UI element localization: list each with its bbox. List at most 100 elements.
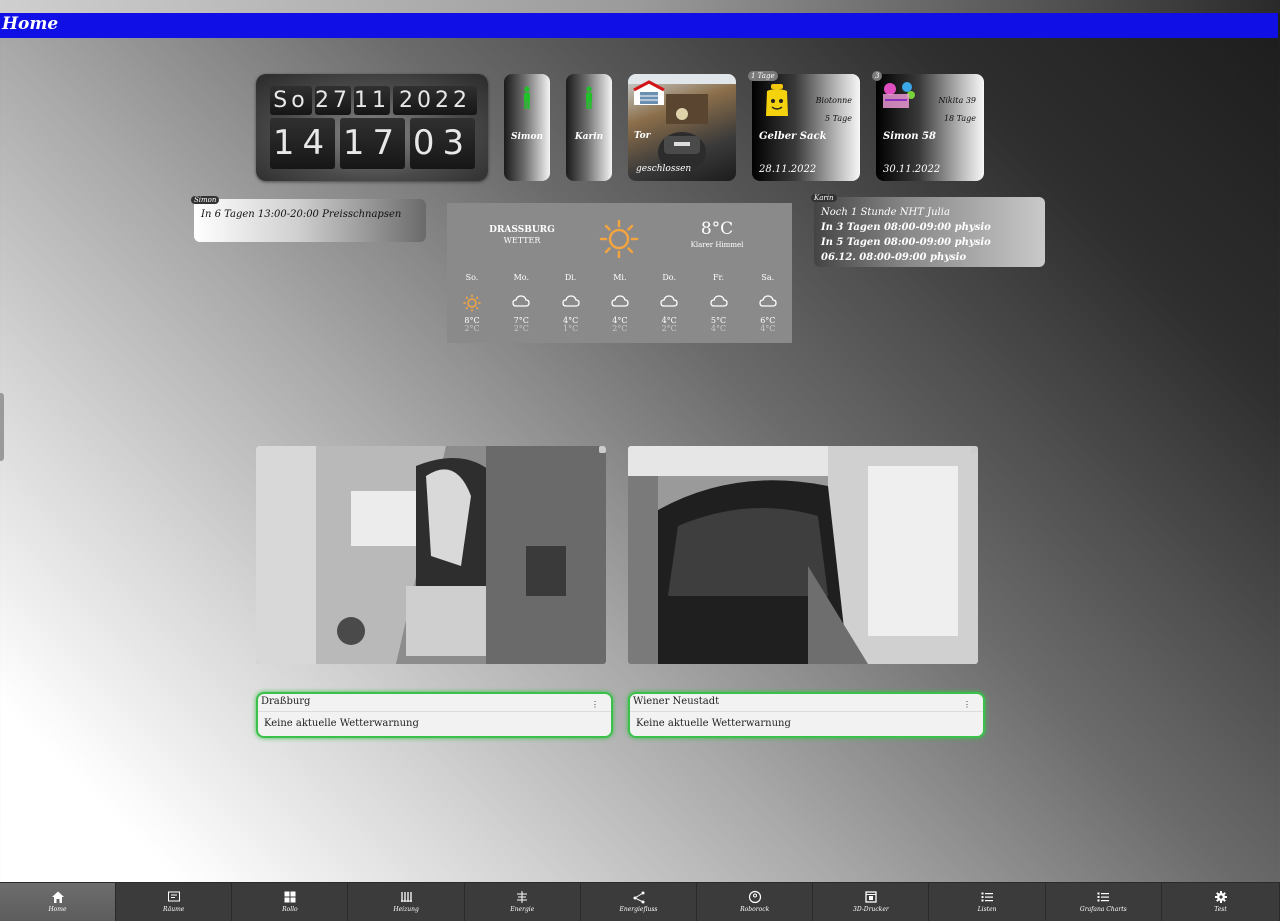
presence-simon[interactable]: Simon: [504, 74, 550, 181]
nav-label: Energiefluss: [619, 906, 658, 913]
presence-karin[interactable]: Karin: [566, 74, 612, 181]
event-title: Simon 58: [883, 131, 936, 142]
list-icon: [1046, 890, 1161, 904]
nav-item-rollo[interactable]: Rollo: [232, 883, 349, 921]
camera-expand-icon[interactable]: [971, 446, 978, 453]
person-icon: [524, 86, 530, 109]
nav-item-3d-drucker[interactable]: 3D-Drucker: [813, 883, 930, 921]
forecast-low: 4°C: [710, 324, 727, 333]
nav-label: Home: [48, 906, 67, 913]
nav-item-räume[interactable]: Räume: [116, 883, 233, 921]
warning-text: Keine aktuelle Wetterwarnung: [636, 718, 791, 729]
nav-label: 3D-Drucker: [853, 906, 889, 913]
event-info-1: Nikita 39: [938, 96, 976, 105]
garage-label: Tor: [634, 131, 651, 141]
camera-image-living-room: [256, 446, 606, 664]
calendar-entry: In 6 Tagen 13:00-20:00 Preisschnapsen: [201, 209, 402, 220]
bottom-navigation: Home Räume Rollo Heizung Energie Energiefluss…: [0, 882, 1280, 921]
nav-item-heizung[interactable]: Heizung: [349, 883, 465, 921]
side-menu-handle[interactable]: [0, 393, 4, 461]
page-title: Home: [2, 14, 59, 34]
forecast-day: Di. 4°C 1°C: [546, 273, 595, 333]
forecast-day-name: Fr.: [712, 273, 725, 282]
clock-day: 27: [315, 86, 351, 115]
clock-month: 11: [354, 86, 390, 115]
forecast-day-name: Sa.: [761, 273, 775, 282]
robot-vacuum-icon: [697, 890, 812, 904]
forecast-day: Fr. 5°C 4°C: [694, 273, 743, 333]
cloud-icon: [645, 294, 694, 310]
heating-icon: [349, 890, 464, 904]
nav-item-energiefluss[interactable]: Energiefluss: [581, 883, 697, 921]
forecast-low: 2°C: [513, 324, 529, 333]
camera-garage[interactable]: [628, 446, 978, 664]
presence-name: Karin: [574, 132, 604, 142]
event-date: 30.11.2022: [883, 164, 941, 175]
sun-icon: [599, 219, 639, 259]
garage-icon: [633, 80, 665, 105]
nav-item-test[interactable]: Test: [1162, 883, 1280, 921]
calendar-tag: Karin: [811, 194, 837, 202]
title-bar: Home: [0, 13, 1278, 38]
warning-location: Wiener Neustadt: [633, 696, 720, 707]
event-date: 28.11.2022: [759, 164, 817, 175]
calendar-entry: 06.12. 08:00-09:00 physio: [821, 252, 967, 263]
flip-clock: So 27 11 2022 14 17 03: [256, 74, 488, 181]
clock-hour: 14: [270, 118, 335, 169]
warning-location: Draßburg: [261, 696, 311, 707]
rooms-icon: [116, 890, 231, 904]
calendar-entry: In 3 Tagen 08:00-09:00 physio: [821, 222, 991, 233]
nav-item-grafana-charts[interactable]: Grafana Charts: [1046, 883, 1162, 921]
camera-living-room[interactable]: [256, 446, 606, 664]
cloud-icon: [694, 294, 743, 310]
nav-label: Grafana Charts: [1079, 906, 1127, 913]
clock-minute: 17: [340, 118, 405, 169]
home-icon: [0, 890, 115, 904]
nav-item-roborock[interactable]: Roborock: [697, 883, 814, 921]
nav-label: Rollo: [282, 906, 298, 913]
more-options-icon[interactable]: ⋮: [963, 700, 971, 709]
weather-warning-drassburg[interactable]: Draßburg ⋮ Keine aktuelle Wetterwarnung: [256, 692, 613, 738]
nav-label: Energie: [510, 906, 535, 913]
nav-label: Räume: [163, 906, 185, 913]
event-badge: 1 Tage: [748, 71, 778, 81]
clock-weekday: So: [270, 86, 312, 115]
forecast-low: 4°C: [760, 324, 776, 333]
event-tile-waste[interactable]: 1 Tage Biotonne 5 Tage Gelber Sack 28.11…: [748, 71, 860, 181]
forecast-low: 2°C: [661, 324, 677, 333]
person-icon: [586, 86, 592, 109]
cloud-icon: [743, 294, 792, 310]
forecast-day-name: Mo.: [513, 273, 529, 282]
weather-widget[interactable]: DRASSBURG WETTER 8°C Klarer Himmel So. 8°…: [447, 203, 792, 343]
weather-temp: 8°C: [700, 219, 734, 239]
calendar-karin: Karin Noch 1 Stunde NHT Julia In 3 Tagen…: [811, 194, 1045, 267]
warning-text: Keine aktuelle Wetterwarnung: [264, 718, 419, 729]
garage-door-tile[interactable]: Tor geschlossen: [628, 74, 736, 181]
weather-label: WETTER: [503, 236, 541, 245]
event-info-2: 5 Tage: [825, 114, 852, 123]
calendar-entry: In 5 Tagen 08:00-09:00 physio: [821, 237, 991, 248]
nav-label: Roborock: [740, 906, 770, 913]
garage-status: geschlossen: [636, 164, 692, 174]
camera-image-garage: [628, 446, 978, 664]
forecast-day-name: So.: [465, 273, 479, 282]
forecast-low: 2°C: [464, 324, 480, 333]
forecast-day-name: Di.: [564, 273, 577, 282]
nav-label: Listen: [977, 906, 997, 913]
camera-expand-icon[interactable]: [599, 446, 606, 453]
weather-warning-wiener-neustadt[interactable]: Wiener Neustadt ⋮ Keine aktuelle Wetterw…: [628, 692, 985, 738]
event-tile-birthday[interactable]: 3 Nikita 39 18 Tage Simon 58 30.11.2022: [872, 71, 984, 181]
event-info-1: Biotonne: [815, 96, 852, 105]
weather-city: DRASSBURG: [489, 225, 555, 235]
more-options-icon[interactable]: ⋮: [591, 700, 599, 709]
calendar-simon: Simon In 6 Tagen 13:00-20:00 Preisschnap…: [191, 196, 426, 242]
forecast-low: 2°C: [612, 324, 628, 333]
nav-item-listen[interactable]: Listen: [930, 883, 1046, 921]
forecast-day: Mo. 7°C 2°C: [497, 273, 546, 333]
nav-item-energie[interactable]: Energie: [465, 883, 581, 921]
forecast-day-name: Mi.: [613, 273, 627, 282]
energy-flow-icon: [581, 890, 696, 904]
calendar-entry: Noch 1 Stunde NHT Julia: [821, 207, 950, 218]
forecast-day: Mi. 4°C 2°C: [595, 273, 644, 333]
nav-item-home[interactable]: Home: [0, 883, 116, 921]
